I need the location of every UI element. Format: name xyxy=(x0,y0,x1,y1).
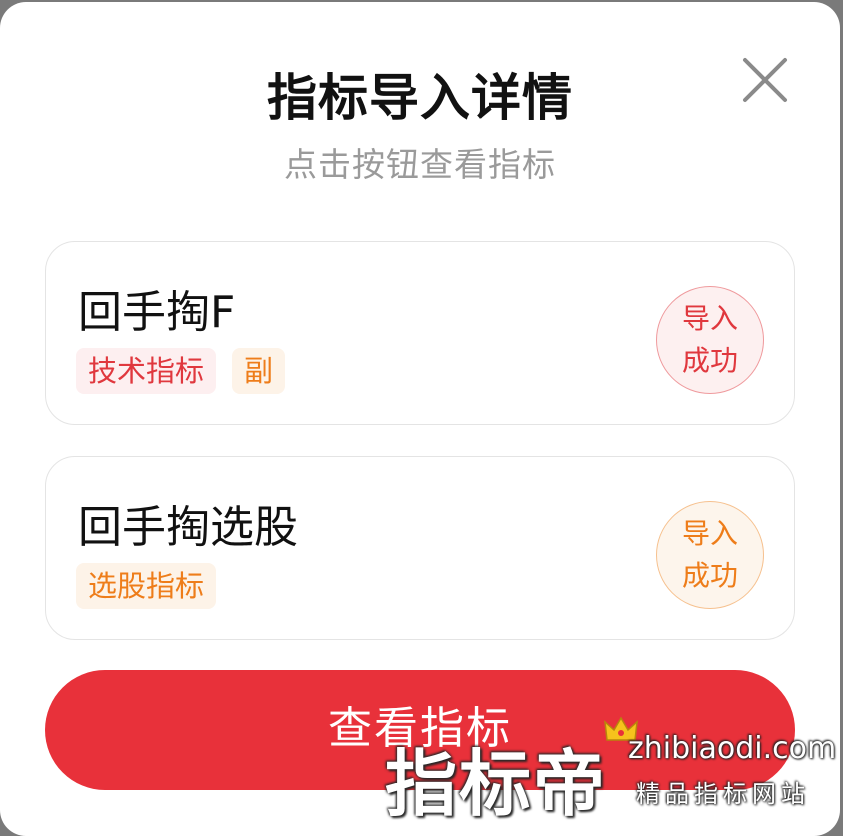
indicator-tags: 选股指标 xyxy=(76,563,217,609)
watermark-domain: zhibiaodi.com xyxy=(628,731,837,766)
dialog-subtitle: 点击按钮查看指标 xyxy=(284,145,556,184)
stamp-line-2: 成功 xyxy=(681,559,738,592)
tag-technical-indicator: 技术指标 xyxy=(76,348,217,394)
tag-sub-chart: 副 xyxy=(232,348,286,394)
import-success-stamp: 导入 成功 xyxy=(656,286,764,394)
indicator-name: 回手掏F xyxy=(78,287,236,338)
import-details-dialog: 指标导入详情 点击按钮查看指标 回手掏F 技术指标 副 导入 成功 回手掏选股 … xyxy=(0,2,840,836)
screen-overlay: 指标导入详情 点击按钮查看指标 回手掏F 技术指标 副 导入 成功 回手掏选股 … xyxy=(0,0,843,836)
watermark-brand: 指标帝 xyxy=(385,742,608,826)
stamp-line-2: 成功 xyxy=(681,344,738,377)
dialog-title: 指标导入详情 xyxy=(267,69,573,127)
indicator-card[interactable]: 回手掏F 技术指标 副 导入 成功 xyxy=(45,241,795,425)
stamp-line-1: 导入 xyxy=(681,302,738,335)
indicator-tags: 技术指标 副 xyxy=(76,348,286,394)
stamp-line-1: 导入 xyxy=(681,517,738,550)
indicator-name: 回手掏选股 xyxy=(78,502,298,553)
watermark-slogan: 精品指标网站 xyxy=(636,780,810,808)
import-success-stamp: 导入 成功 xyxy=(656,501,764,609)
indicator-card[interactable]: 回手掏选股 选股指标 导入 成功 xyxy=(45,456,795,640)
tag-stock-selection-indicator: 选股指标 xyxy=(76,563,217,609)
